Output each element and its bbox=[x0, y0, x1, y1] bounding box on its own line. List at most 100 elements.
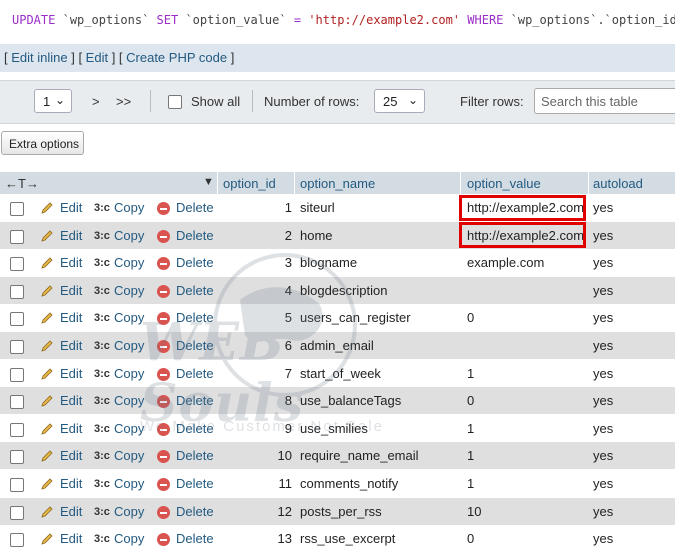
highlight-box bbox=[459, 222, 586, 248]
row-checkbox[interactable] bbox=[10, 340, 24, 354]
cell-option-id: 4 bbox=[284, 283, 292, 298]
copy-icon: 3:c bbox=[94, 202, 110, 214]
row-checkbox[interactable] bbox=[10, 312, 24, 326]
copy-row-link[interactable]: Copy bbox=[114, 283, 144, 298]
edit-row-link[interactable]: Edit bbox=[60, 504, 82, 519]
edit-row-link[interactable]: Edit bbox=[60, 310, 82, 325]
edit-row-link[interactable]: Edit bbox=[60, 448, 82, 463]
extra-options-label: Extra options bbox=[9, 137, 80, 151]
cell-autoload: yes bbox=[593, 255, 614, 270]
sql-table: `wp_options` bbox=[62, 13, 150, 27]
copy-row-link[interactable]: Copy bbox=[114, 476, 144, 491]
column-header-autoload[interactable]: autoload bbox=[593, 176, 643, 191]
copy-row-link[interactable]: Copy bbox=[114, 393, 144, 408]
row-checkbox[interactable] bbox=[10, 533, 24, 547]
edit-row-link[interactable]: Edit bbox=[60, 476, 82, 491]
delete-icon bbox=[157, 257, 170, 270]
row-checkbox[interactable] bbox=[10, 257, 24, 271]
copy-icon: 3:c bbox=[94, 506, 110, 518]
cell-autoload: yes bbox=[593, 338, 614, 353]
copy-row-link[interactable]: Copy bbox=[114, 366, 144, 381]
delete-icon bbox=[157, 230, 170, 243]
cell-option-id: 5 bbox=[284, 310, 292, 325]
edit-row-link[interactable]: Edit bbox=[60, 393, 82, 408]
divider bbox=[588, 172, 589, 194]
last-page-button[interactable]: >> bbox=[116, 94, 131, 109]
delete-row-link[interactable]: Delete bbox=[176, 421, 214, 436]
delete-row-link[interactable]: Delete bbox=[176, 228, 214, 243]
pencil-icon bbox=[41, 340, 53, 352]
column-header-option-value[interactable]: option_value bbox=[467, 176, 541, 191]
extra-options-button[interactable]: Extra options bbox=[1, 131, 84, 155]
column-header-option-id[interactable]: option_id bbox=[223, 176, 276, 191]
copy-row-link[interactable]: Copy bbox=[114, 338, 144, 353]
delete-row-link[interactable]: Delete bbox=[176, 366, 214, 381]
page-select[interactable]: 1 ⌄ bbox=[34, 89, 72, 113]
edit-row-link[interactable]: Edit bbox=[60, 531, 82, 546]
edit-row-link[interactable]: Edit bbox=[60, 366, 82, 381]
copy-row-link[interactable]: Copy bbox=[114, 255, 144, 270]
row-checkbox[interactable] bbox=[10, 423, 24, 437]
copy-row-link[interactable]: Copy bbox=[114, 504, 144, 519]
copy-row-link[interactable]: Copy bbox=[114, 228, 144, 243]
delete-icon bbox=[157, 533, 170, 546]
edit-row-link[interactable]: Edit bbox=[60, 283, 82, 298]
sql-keyword-where: WHERE bbox=[467, 13, 504, 27]
table-row: Edit 3:c Copy Delete 8 use_balanceTags 0 yes bbox=[0, 387, 675, 414]
delete-row-link[interactable]: Delete bbox=[176, 338, 214, 353]
cell-option-id: 2 bbox=[284, 228, 292, 243]
row-checkbox[interactable] bbox=[10, 230, 24, 244]
row-checkbox[interactable] bbox=[10, 478, 24, 492]
delete-row-link[interactable]: Delete bbox=[176, 476, 214, 491]
delete-row-link[interactable]: Delete bbox=[176, 283, 214, 298]
delete-row-link[interactable]: Delete bbox=[176, 531, 214, 546]
divider bbox=[460, 172, 461, 194]
copy-row-link[interactable]: Copy bbox=[114, 200, 144, 215]
delete-icon bbox=[157, 285, 170, 298]
next-page-button[interactable]: > bbox=[92, 94, 100, 109]
delete-row-link[interactable]: Delete bbox=[176, 310, 214, 325]
edit-inline-link[interactable]: Edit inline bbox=[11, 50, 67, 65]
column-header-option-name[interactable]: option_name bbox=[300, 176, 375, 191]
search-table-input[interactable]: Search this table bbox=[534, 88, 675, 114]
edit-row-link[interactable]: Edit bbox=[60, 255, 82, 270]
row-checkbox[interactable] bbox=[10, 202, 24, 216]
cell-option-id: 12 bbox=[277, 504, 292, 519]
row-checkbox[interactable] bbox=[10, 368, 24, 382]
copy-row-link[interactable]: Copy bbox=[114, 310, 144, 325]
row-checkbox[interactable] bbox=[10, 395, 24, 409]
delete-row-link[interactable]: Delete bbox=[176, 393, 214, 408]
column-resize-arrows[interactable]: ←T→ bbox=[5, 176, 39, 191]
sql-column: `option_value` bbox=[185, 13, 287, 27]
copy-row-link[interactable]: Copy bbox=[114, 448, 144, 463]
cell-option-value: example.com bbox=[467, 255, 545, 270]
copy-icon: 3:c bbox=[94, 312, 110, 324]
row-checkbox[interactable] bbox=[10, 285, 24, 299]
pencil-icon bbox=[41, 202, 53, 214]
pencil-icon bbox=[41, 395, 53, 407]
copy-icon: 3:c bbox=[94, 257, 110, 269]
copy-row-link[interactable]: Copy bbox=[114, 531, 144, 546]
delete-row-link[interactable]: Delete bbox=[176, 504, 214, 519]
delete-row-link[interactable]: Delete bbox=[176, 448, 214, 463]
rows-per-page-select[interactable]: 25 ⌄ bbox=[374, 89, 425, 113]
edit-row-link[interactable]: Edit bbox=[60, 421, 82, 436]
copy-row-link[interactable]: Copy bbox=[114, 421, 144, 436]
delete-row-link[interactable]: Delete bbox=[176, 200, 214, 215]
cell-option-id: 7 bbox=[284, 366, 292, 381]
delete-icon bbox=[157, 340, 170, 353]
show-all-checkbox[interactable] bbox=[168, 95, 182, 109]
edit-row-link[interactable]: Edit bbox=[60, 228, 82, 243]
create-php-code-link[interactable]: Create PHP code bbox=[126, 50, 227, 65]
divider bbox=[217, 172, 218, 194]
row-checkbox[interactable] bbox=[10, 506, 24, 520]
delete-icon bbox=[157, 312, 170, 325]
sort-dropdown-icon[interactable]: ▼ bbox=[203, 176, 214, 188]
row-checkbox[interactable] bbox=[10, 450, 24, 464]
edit-row-link[interactable]: Edit bbox=[60, 338, 82, 353]
delete-row-link[interactable]: Delete bbox=[176, 255, 214, 270]
cell-option-value: 1 bbox=[467, 366, 475, 381]
edit-link[interactable]: Edit bbox=[86, 50, 108, 65]
pencil-icon bbox=[41, 423, 53, 435]
edit-row-link[interactable]: Edit bbox=[60, 200, 82, 215]
